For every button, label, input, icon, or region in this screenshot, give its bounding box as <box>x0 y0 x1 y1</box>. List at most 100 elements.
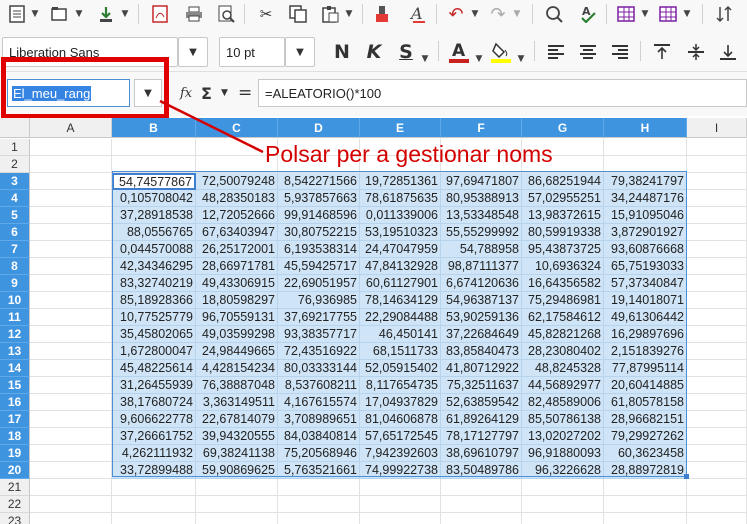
cell-d12[interactable]: 93,38357717 <box>278 326 360 343</box>
cell-c20[interactable]: 59,90869625 <box>196 462 278 479</box>
cell-f5[interactable]: 13,53348548 <box>441 207 522 224</box>
cell-g21[interactable] <box>522 479 604 496</box>
cell-a18[interactable] <box>30 428 112 445</box>
cell-a15[interactable] <box>30 377 112 394</box>
cell-a17[interactable] <box>30 411 112 428</box>
print-icon[interactable] <box>182 2 206 26</box>
cell-e21[interactable] <box>360 479 441 496</box>
cell-h7[interactable]: 93,60876668 <box>604 241 687 258</box>
row-dropdown-icon[interactable]: ▼ <box>640 2 650 26</box>
cell-d23[interactable] <box>278 513 360 524</box>
save-icon[interactable] <box>94 2 118 26</box>
cell-d13[interactable]: 72,43516922 <box>278 343 360 360</box>
cell-e15[interactable]: 8,117654735 <box>360 377 441 394</box>
spellcheck-icon[interactable]: A <box>576 2 600 26</box>
cell-f22[interactable] <box>441 496 522 513</box>
cell-h8[interactable]: 65,75193033 <box>604 258 687 275</box>
cell-h1[interactable] <box>604 139 687 156</box>
cell-g8[interactable]: 10,6936324 <box>522 258 604 275</box>
cell-d20[interactable]: 5,763521661 <box>278 462 360 479</box>
cell-b11[interactable]: 10,77525779 <box>112 309 196 326</box>
cell-i9[interactable] <box>687 275 747 292</box>
cell-h16[interactable]: 61,80578158 <box>604 394 687 411</box>
cell-a4[interactable] <box>30 190 112 207</box>
cell-f19[interactable]: 38,69610797 <box>441 445 522 462</box>
column-header-a[interactable]: A <box>30 118 112 138</box>
cell-i6[interactable] <box>687 224 747 241</box>
cell-d16[interactable]: 4,167615574 <box>278 394 360 411</box>
align-bottom-icon[interactable] <box>716 37 740 67</box>
cell-e11[interactable]: 22,29084488 <box>360 309 441 326</box>
cell-g7[interactable]: 95,43873725 <box>522 241 604 258</box>
cell-c15[interactable]: 76,38887048 <box>196 377 278 394</box>
cell-h13[interactable]: 2,151839276 <box>604 343 687 360</box>
cell-g20[interactable]: 96,3226628 <box>522 462 604 479</box>
cell-c11[interactable]: 96,70559131 <box>196 309 278 326</box>
cell-e16[interactable]: 17,04937829 <box>360 394 441 411</box>
font-color-dropdown-icon[interactable]: ▼ <box>474 47 484 71</box>
cell-d11[interactable]: 37,69217755 <box>278 309 360 326</box>
cell-e7[interactable]: 24,47047959 <box>360 241 441 258</box>
cell-b4[interactable]: 0,105708042 <box>112 190 196 207</box>
column-header-c[interactable]: C <box>196 118 278 138</box>
row-icon[interactable] <box>614 2 638 26</box>
undo-dropdown-icon[interactable]: ▼ <box>470 2 480 26</box>
cell-e14[interactable]: 52,05915402 <box>360 360 441 377</box>
cell-c18[interactable]: 39,94320555 <box>196 428 278 445</box>
sum-dropdown-icon[interactable]: ▼ <box>221 81 228 105</box>
cell-h22[interactable] <box>604 496 687 513</box>
cell-b3[interactable]: 54,74577867 <box>112 173 196 190</box>
underline-icon[interactable]: S <box>394 37 418 67</box>
cell-f16[interactable]: 52,63859542 <box>441 394 522 411</box>
cell-b7[interactable]: 0,044570088 <box>112 241 196 258</box>
cell-e12[interactable]: 46,450141 <box>360 326 441 343</box>
font-name-dropdown[interactable]: ▼ <box>178 37 208 67</box>
open-folder-icon[interactable] <box>48 2 72 26</box>
cell-f11[interactable]: 53,90259136 <box>441 309 522 326</box>
cell-d3[interactable]: 8,542271566 <box>278 173 360 190</box>
row-header-14[interactable]: 14 <box>0 360 30 377</box>
cell-i3[interactable] <box>687 173 747 190</box>
cell-b13[interactable]: 1,672800047 <box>112 343 196 360</box>
cell-f3[interactable]: 97,69471807 <box>441 173 522 190</box>
undo-icon[interactable]: ↶ <box>444 2 468 26</box>
cell-c16[interactable]: 3,363149511 <box>196 394 278 411</box>
cell-c12[interactable]: 49,03599298 <box>196 326 278 343</box>
cell-b8[interactable]: 42,34346295 <box>112 258 196 275</box>
cell-b17[interactable]: 9,606622778 <box>112 411 196 428</box>
cell-b1[interactable] <box>112 139 196 156</box>
cell-i16[interactable] <box>687 394 747 411</box>
cell-c22[interactable] <box>196 496 278 513</box>
cell-e19[interactable]: 7,942392603 <box>360 445 441 462</box>
cell-b19[interactable]: 4,262111932 <box>112 445 196 462</box>
font-color-icon[interactable]: A <box>446 37 472 67</box>
formula-input[interactable]: =ALEATORIO()*100 <box>258 79 747 107</box>
cell-b18[interactable]: 37,26661752 <box>112 428 196 445</box>
cell-b14[interactable]: 45,48225614 <box>112 360 196 377</box>
cell-g17[interactable]: 85,50786138 <box>522 411 604 428</box>
row-header-22[interactable]: 22 <box>0 496 30 513</box>
column-header-e[interactable]: E <box>360 118 441 138</box>
cell-i1[interactable] <box>687 139 747 156</box>
align-middle-icon[interactable] <box>684 37 708 67</box>
column-header-d[interactable]: D <box>278 118 360 138</box>
cell-e10[interactable]: 78,14634129 <box>360 292 441 309</box>
cell-b12[interactable]: 35,45802065 <box>112 326 196 343</box>
cell-a6[interactable] <box>30 224 112 241</box>
cell-f8[interactable]: 98,87111377 <box>441 258 522 275</box>
cell-c5[interactable]: 12,72052666 <box>196 207 278 224</box>
row-header-15[interactable]: 15 <box>0 377 30 394</box>
cell-h19[interactable]: 60,3623458 <box>604 445 687 462</box>
cell-i15[interactable] <box>687 377 747 394</box>
align-left-icon[interactable] <box>544 37 568 67</box>
cell-c8[interactable]: 28,66971781 <box>196 258 278 275</box>
cell-c4[interactable]: 48,28350183 <box>196 190 278 207</box>
cell-e4[interactable]: 78,61875635 <box>360 190 441 207</box>
cell-d6[interactable]: 30,80752215 <box>278 224 360 241</box>
cell-i13[interactable] <box>687 343 747 360</box>
cell-b10[interactable]: 85,18928366 <box>112 292 196 309</box>
cell-a21[interactable] <box>30 479 112 496</box>
cell-b2[interactable] <box>112 156 196 173</box>
column-header-i[interactable]: I <box>687 118 747 138</box>
cell-e8[interactable]: 47,84132928 <box>360 258 441 275</box>
